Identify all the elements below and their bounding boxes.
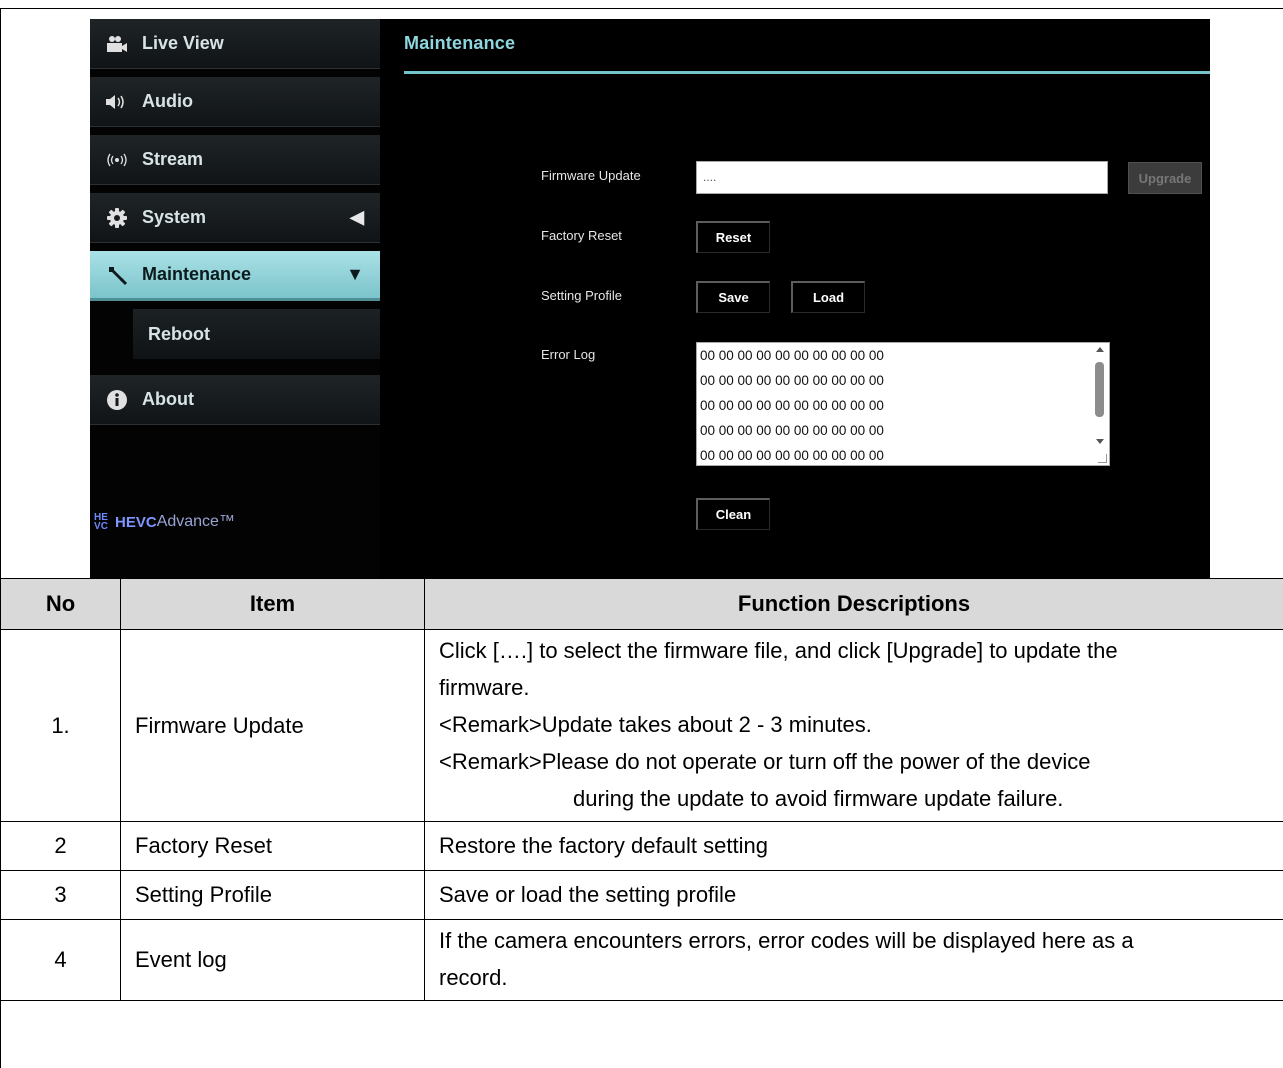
error-log-scrollbar[interactable]	[1095, 347, 1105, 455]
sidebar-item-stream[interactable]: Stream	[90, 135, 380, 185]
row-description: Restore the factory default setting	[424, 821, 1283, 871]
scroll-up-icon[interactable]	[1096, 347, 1104, 352]
row-item: Factory Reset	[120, 821, 425, 871]
resize-handle-icon[interactable]	[1098, 454, 1107, 463]
page-title: Maintenance	[404, 33, 516, 53]
sidebar-item-about[interactable]: About	[90, 375, 380, 425]
sidebar-item-maintenance[interactable]: Maintenance ▼	[90, 251, 380, 301]
row-description: Click [….] to select the firmware file, …	[424, 629, 1283, 822]
description-line: Click [….] to select the firmware file, …	[439, 638, 1118, 663]
error-log-textarea[interactable]: 00 00 00 00 00 00 00 00 00 00 00 00 00 0…	[696, 342, 1110, 466]
maintenance-screenshot: Live View Audio Stream System ◀ Maintena…	[90, 19, 1210, 578]
logo-suffix: Advance™	[156, 513, 235, 530]
column-header-no: No	[0, 578, 121, 630]
broadcast-icon	[104, 149, 130, 171]
sidebar-subitem-reboot[interactable]: Reboot	[133, 309, 380, 359]
description-line: <Remark>Please do not operate or turn of…	[439, 749, 1091, 774]
sidebar: Live View Audio Stream System ◀ Maintena…	[90, 19, 380, 578]
sidebar-item-label: About	[142, 389, 194, 409]
wrench-icon	[104, 264, 130, 286]
chevron-left-icon: ◀	[350, 207, 364, 227]
row-no: 2	[0, 821, 121, 871]
error-log-line: 00 00 00 00 00 00 00 00 00 00	[700, 398, 884, 413]
save-button[interactable]: Save	[696, 281, 770, 313]
firmware-update-label: Firmware Update	[541, 168, 641, 183]
table-row: 2 Factory Reset Restore the factory defa…	[0, 821, 1283, 871]
row-no: 4	[0, 919, 121, 1001]
error-log-label: Error Log	[541, 347, 596, 362]
column-header-function: Function Descriptions	[424, 578, 1283, 630]
factory-reset-label: Factory Reset	[541, 228, 622, 243]
function-table: No Item Function Descriptions 1. Firmwar…	[0, 578, 1283, 1001]
setting-profile-label: Setting Profile	[541, 288, 622, 303]
row-item: Setting Profile	[120, 870, 425, 920]
description-line: during the update to avoid firmware upda…	[573, 786, 1064, 811]
sidebar-item-label: Stream	[142, 149, 204, 169]
upgrade-button[interactable]: Upgrade	[1128, 162, 1202, 194]
description-line: If the camera encounters errors, error c…	[439, 928, 1134, 953]
chevron-down-icon: ▼	[346, 264, 364, 284]
sidebar-item-live-view[interactable]: Live View	[90, 19, 380, 69]
table-row: 3 Setting Profile Save or load the setti…	[0, 870, 1283, 920]
info-icon	[104, 389, 130, 411]
description-line: <Remark>Update takes about 2 - 3 minutes…	[439, 712, 872, 737]
row-description: If the camera encounters errors, error c…	[424, 919, 1283, 1001]
sidebar-item-audio[interactable]: Audio	[90, 77, 380, 127]
error-log-line: 00 00 00 00 00 00 00 00 00 00	[700, 423, 884, 438]
error-log-line: 00 00 00 00 00 00 00 00 00 00	[700, 348, 884, 363]
row-item: Event log	[120, 919, 425, 1001]
column-header-item: Item	[120, 578, 425, 630]
sidebar-item-label: Maintenance	[142, 264, 252, 284]
row-item: Firmware Update	[120, 629, 425, 822]
title-divider	[404, 71, 1210, 74]
table-header-row: No Item Function Descriptions	[0, 578, 1283, 630]
description-line: record.	[439, 965, 508, 990]
sidebar-item-label: Live View	[142, 33, 224, 53]
scroll-down-icon[interactable]	[1096, 439, 1104, 444]
scroll-thumb[interactable]	[1095, 362, 1104, 417]
row-description: Save or load the setting profile	[424, 870, 1283, 920]
row-no: 3	[0, 870, 121, 920]
hevc-logo-mark: HE VC	[94, 512, 108, 532]
firmware-file-field[interactable]: ....	[696, 161, 1108, 194]
document-page: Live View Audio Stream System ◀ Maintena…	[0, 0, 1283, 1068]
sidebar-item-label: System	[142, 207, 207, 227]
error-log-line: 00 00 00 00 00 00 00 00 00 00	[700, 373, 884, 388]
hevc-advance-logo: HE VC HEVC Advance™	[90, 507, 235, 537]
logo-brand: HEVC	[115, 513, 157, 531]
sidebar-item-label: Audio	[142, 91, 193, 111]
table-row: 4 Event log If the camera encounters err…	[0, 919, 1283, 1001]
reset-button[interactable]: Reset	[696, 221, 770, 253]
description-line: firmware.	[439, 675, 530, 700]
row-no: 1.	[0, 629, 121, 822]
speaker-icon	[104, 91, 130, 113]
page-frame-top	[0, 8, 1283, 9]
camera-icon	[104, 33, 130, 55]
clean-button[interactable]: Clean	[696, 498, 770, 530]
sidebar-item-label: Reboot	[148, 323, 210, 344]
sidebar-item-system[interactable]: System ◀	[90, 193, 380, 243]
gear-icon	[104, 207, 130, 229]
table-row: 1. Firmware Update Click [….] to select …	[0, 629, 1283, 822]
error-log-line: 00 00 00 00 00 00 00 00 00 00	[700, 448, 884, 463]
load-button[interactable]: Load	[791, 281, 865, 313]
